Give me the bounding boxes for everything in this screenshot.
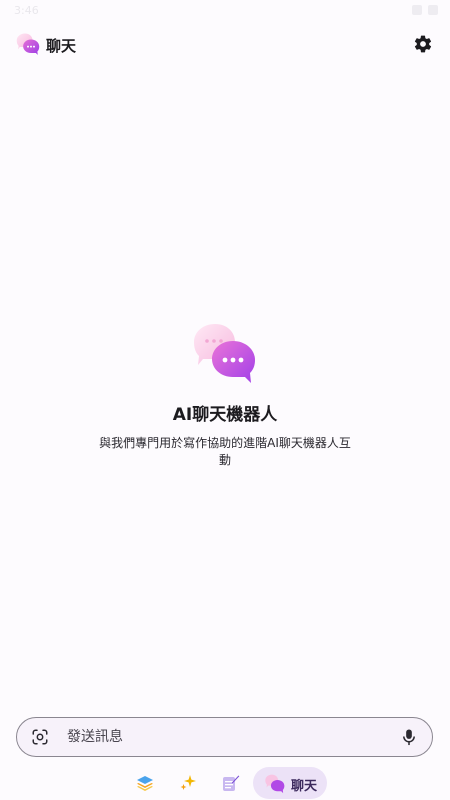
wifi-icon: [412, 5, 422, 15]
gear-icon[interactable]: [413, 34, 433, 54]
chat-bubbles-icon: [16, 33, 40, 55]
message-composer: [16, 717, 433, 757]
app-bar: 聊天: [0, 30, 450, 60]
mic-icon[interactable]: [402, 729, 416, 746]
message-input[interactable]: [67, 726, 387, 748]
sparkle-icon: [180, 775, 196, 790]
notes-pen-icon: [223, 775, 240, 791]
chat-bubbles-icon: [194, 324, 255, 383]
empty-state-title: AI聊天機器人: [172, 405, 278, 425]
bottom-nav: 聊天: [0, 764, 450, 800]
nav-item-chat[interactable]: 聊天: [253, 767, 327, 799]
empty-state-description: 與我們專門用於寫作協助的進階AI聊天機器人互動: [99, 436, 351, 467]
battery-icon: [428, 5, 438, 15]
nav-item-layers[interactable]: [133, 767, 157, 799]
nav-item-notes[interactable]: [219, 767, 243, 799]
google-lens-icon[interactable]: [31, 728, 49, 746]
chat-bubbles-icon: [265, 774, 285, 794]
status-time: 3:46: [14, 4, 39, 17]
layers-icon: [137, 776, 153, 791]
screen: 3:46 聊天 AI聊天機器人 與我們專門用於寫作協助的進階AI聊天機器人互動 …: [0, 0, 450, 800]
nav-item-sparkle[interactable]: [176, 767, 200, 799]
empty-state: AI聊天機器人 與我們專門用於寫作協助的進階AI聊天機器人互動: [0, 322, 450, 469]
page-title: 聊天: [46, 37, 77, 55]
status-bar: 3:46: [0, 0, 450, 24]
status-icons: [412, 5, 438, 15]
nav-item-chat-label: 聊天: [291, 779, 318, 794]
